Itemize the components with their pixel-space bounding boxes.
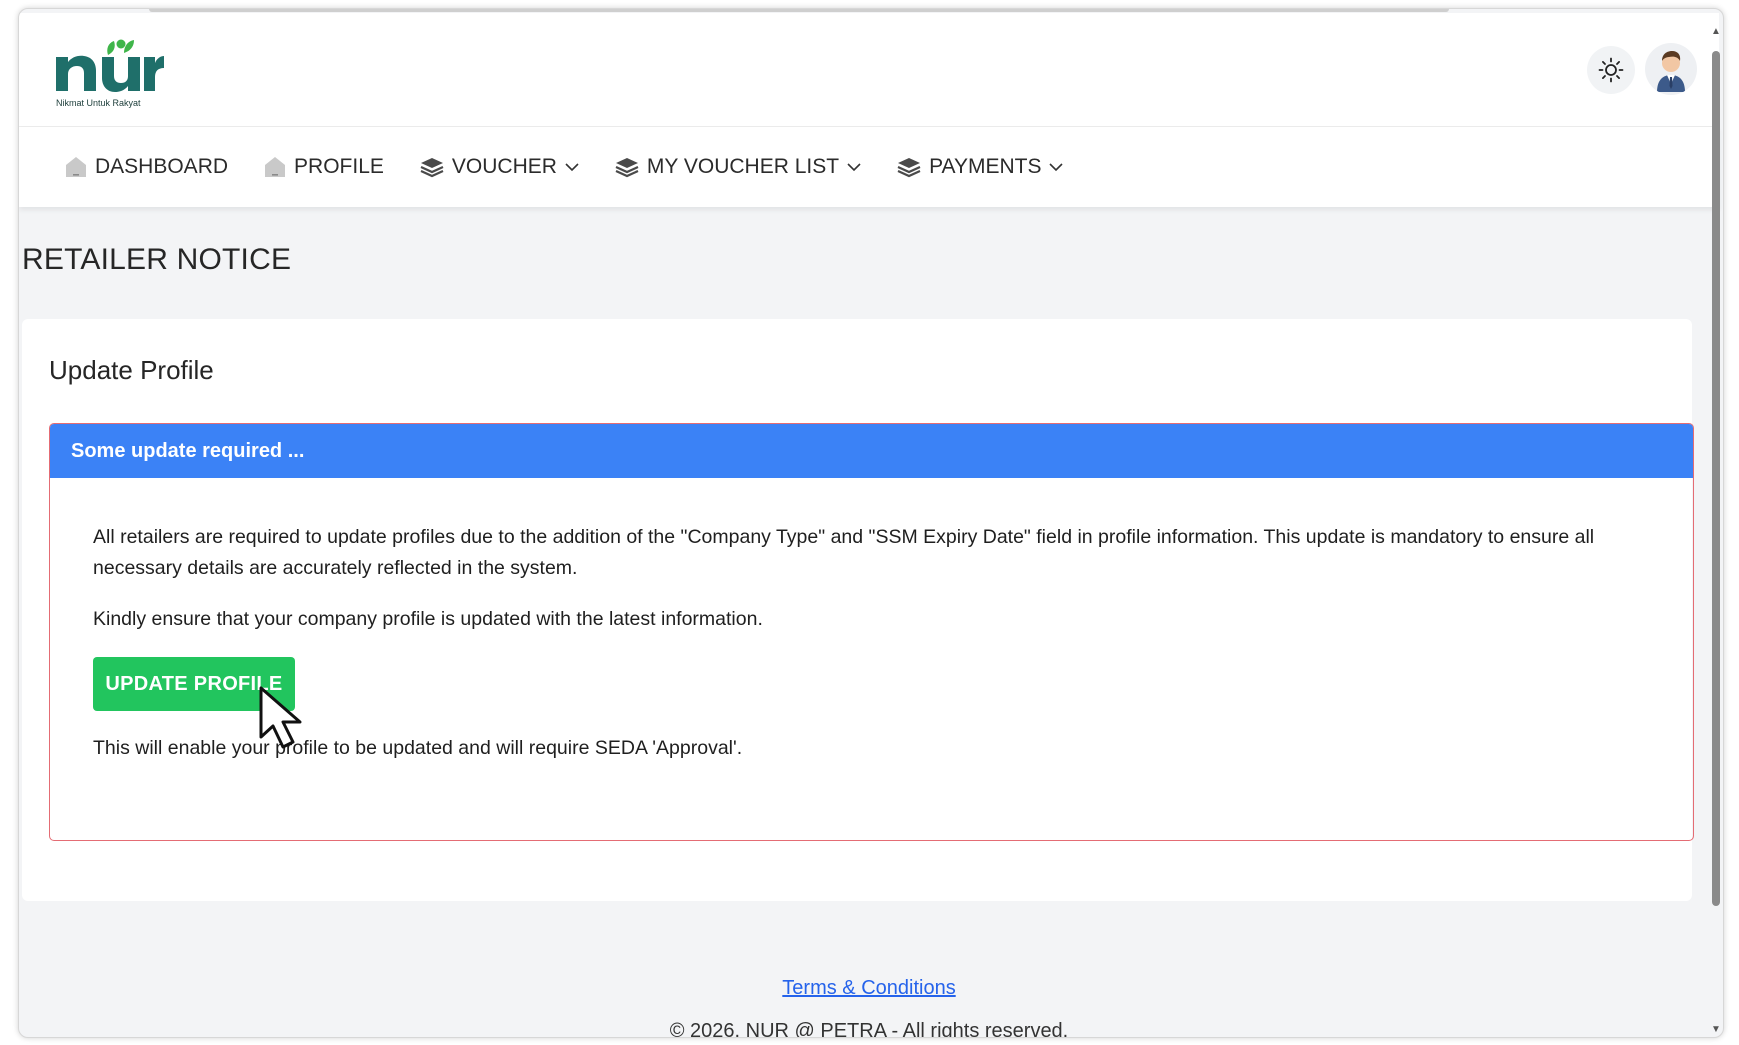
user-avatar[interactable]	[1645, 43, 1697, 95]
vertical-scrollbar[interactable]: ▲ ▼	[1709, 25, 1723, 1035]
page-title: RETAILER NOTICE	[22, 243, 292, 276]
layers-icon	[897, 156, 921, 178]
terms-conditions-link[interactable]: Terms & Conditions	[782, 977, 955, 999]
nav-payments[interactable]: PAYMENTS	[897, 155, 1064, 179]
main-nav: DASHBOARD PROFILE VOUCHER MY VOUCHER LIS…	[19, 127, 1719, 207]
home-icon	[264, 155, 286, 179]
chevron-down-icon	[565, 162, 579, 172]
sun-icon	[1598, 57, 1624, 83]
update-profile-button[interactable]: UPDATE PROFILE	[93, 657, 295, 711]
notice-paragraph-instruction: Kindly ensure that your company profile …	[93, 608, 763, 630]
theme-toggle-button[interactable]	[1587, 46, 1635, 94]
nav-dashboard[interactable]: DASHBOARD	[65, 155, 228, 179]
scroll-down-arrow-icon[interactable]: ▼	[1710, 1023, 1722, 1035]
notice-paragraph-approval: This will enable your profile to be upda…	[93, 737, 743, 759]
logo-tagline: Nikmat Untuk Rakyat	[56, 98, 141, 108]
chevron-down-icon	[1049, 162, 1064, 172]
notice-header: Some update required ...	[50, 424, 1693, 478]
footer-terms: Terms & Conditions	[19, 977, 1719, 1000]
notice-paragraph-requirement: All retailers are required to update pro…	[93, 526, 1595, 579]
nav-voucher-label: VOUCHER	[451, 155, 557, 178]
layers-icon	[615, 156, 639, 178]
user-avatar-image	[1657, 51, 1685, 92]
nav-voucher[interactable]: VOUCHER	[420, 155, 579, 179]
window-top-edge	[149, 9, 1449, 12]
scroll-thumb[interactable]	[1712, 51, 1720, 906]
nav-my-voucher-list-label: MY VOUCHER LIST	[646, 155, 840, 178]
update-profile-card: Update Profile Some update required ... …	[22, 319, 1694, 901]
card-title: Update Profile	[49, 355, 214, 385]
nav-profile-label: PROFILE	[294, 155, 384, 178]
nav-my-voucher-list[interactable]: MY VOUCHER LIST	[615, 155, 861, 179]
nav-profile[interactable]: PROFILE	[264, 155, 384, 179]
notice-panel: Some update required ... All retailers a…	[49, 423, 1694, 841]
browser-window: Nikmat Untuk Rakyat DASHBOARD PROFILE VO…	[18, 8, 1724, 1038]
nav-dashboard-label: DASHBOARD	[95, 155, 229, 178]
nav-payments-label: PAYMENTS	[929, 155, 1042, 178]
layers-icon	[420, 156, 444, 178]
scroll-up-arrow-icon[interactable]: ▲	[1710, 25, 1722, 37]
chevron-down-icon	[847, 162, 861, 172]
nur-logo-mark	[56, 39, 164, 92]
footer-copyright: © 2026. NUR @ PETRA - All rights reserve…	[669, 1020, 1069, 1038]
top-header: Nikmat Untuk Rakyat	[19, 13, 1719, 127]
notice-body: All retailers are required to update pro…	[50, 478, 1693, 764]
home-icon	[65, 155, 87, 179]
